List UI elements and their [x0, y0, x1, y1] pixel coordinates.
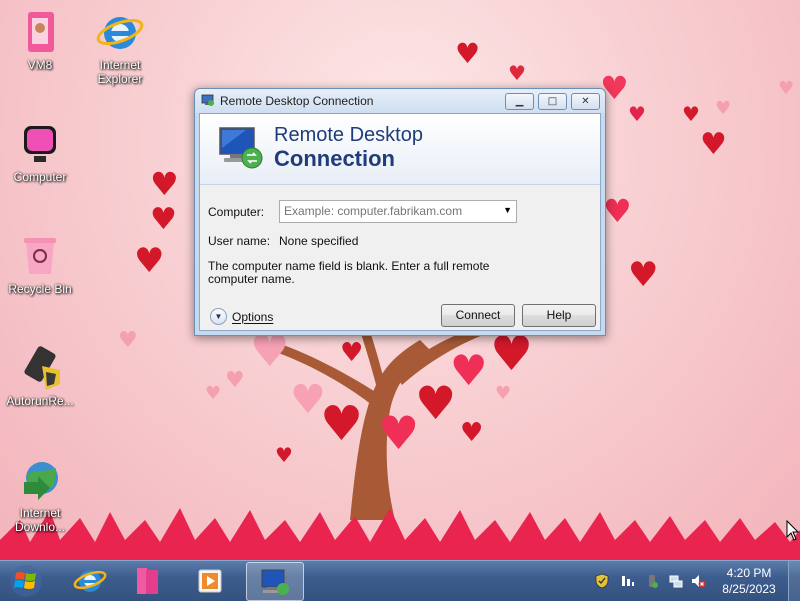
desktop: ♥ ♥ ♥ ♥ ♥ ♥ ♥ ♥ ♥ ♥ ♥ ♥ ♥ ♥ ♥ ♥ ♥ ♥ ♥ ♥ …	[0, 0, 800, 560]
window-title: Remote Desktop Connection	[220, 94, 374, 108]
file-explorer-icon	[137, 568, 158, 594]
window-titlebar[interactable]: Remote Desktop Connection ▁ □ ✕	[195, 89, 605, 113]
wallpaper-heart: ♥	[715, 98, 732, 119]
wallpaper-heart: ♥	[275, 443, 293, 467]
remote-desktop-window: Remote Desktop Connection ▁ □ ✕ Remote D…	[194, 88, 606, 336]
desktop-icon-vm8[interactable]: VM8	[0, 8, 80, 72]
usb-safely-remove-icon[interactable]	[644, 573, 660, 589]
desktop-icon-label: Internet Explorer	[97, 58, 143, 86]
chevron-down-icon[interactable]: ▼	[503, 205, 512, 215]
window-body: Remote Desktop Connection Computer: ▼ Us…	[199, 113, 601, 331]
taskbar-file-explorer[interactable]	[120, 562, 176, 599]
internet-explorer-icon	[96, 8, 144, 56]
wallpaper-heart: ♥	[490, 326, 534, 382]
options-toggle[interactable]: ▼ Options	[210, 308, 273, 325]
help-button[interactable]: Help	[522, 304, 596, 327]
recycle-bin-icon	[16, 232, 64, 280]
wallpaper-heart: ♥	[134, 241, 165, 281]
clock-time: 4:20 PM	[726, 566, 772, 580]
wallpaper-heart: ♥	[150, 165, 179, 203]
remote-desktop-icon	[201, 94, 214, 106]
volume-muted-icon[interactable]	[690, 573, 706, 589]
desktop-icon-label: Recycle Bin	[8, 282, 72, 296]
show-desktop-button[interactable]	[788, 561, 800, 601]
media-player-icon	[198, 569, 222, 593]
taskbar-internet-explorer[interactable]	[62, 562, 118, 599]
desktop-icon-label: AutorunRe...	[6, 394, 74, 408]
computer-icon	[16, 120, 64, 168]
wallpaper-heart: ♥	[628, 102, 646, 126]
start-button[interactable]	[7, 563, 45, 599]
options-label: Options	[232, 309, 274, 324]
wallpaper-heart: ♥	[450, 346, 488, 395]
network-activity-icon[interactable]	[620, 573, 636, 589]
wallpaper-heart: ♥	[455, 37, 481, 70]
wallpaper-heart: ♥	[682, 102, 700, 126]
desktop-icon-recycle-bin[interactable]: Recycle Bin	[0, 232, 80, 296]
remote-desktop-icon	[261, 569, 289, 595]
wallpaper-heart: ♥	[508, 61, 526, 85]
wallpaper-heart: ♥	[460, 418, 484, 448]
wallpaper-heart: ♥	[150, 202, 177, 237]
wallpaper-grass	[0, 508, 800, 560]
wallpaper-heart: ♥	[250, 326, 290, 377]
remote-desktop-icon	[219, 127, 263, 169]
computer-label: Computer:	[208, 205, 265, 219]
desktop-icon-computer[interactable]: Computer	[0, 120, 80, 184]
network-icon[interactable]	[668, 573, 684, 589]
mouse-cursor-icon	[786, 520, 800, 541]
window-banner: Remote Desktop Connection	[200, 114, 600, 185]
clock-date: 8/25/2023	[722, 582, 776, 596]
wallpaper-heart: ♥	[628, 255, 659, 295]
download-manager-icon	[16, 456, 64, 504]
vm8-icon	[16, 8, 64, 56]
wallpaper-heart: ♥	[495, 383, 512, 404]
desktop-icon-label: VM8	[27, 58, 53, 72]
username-value: None specified	[279, 234, 359, 248]
connect-button[interactable]: Connect	[441, 304, 515, 327]
desktop-icon-internet-download[interactable]: Internet Downlo...	[0, 456, 80, 534]
taskbar-remote-desktop[interactable]	[246, 562, 304, 601]
validation-message: The computer name field is blank. Enter …	[208, 259, 490, 286]
close-button[interactable]: ✕	[571, 93, 600, 110]
wallpaper-heart: ♥	[700, 127, 727, 162]
wallpaper-heart: ♥	[118, 328, 138, 353]
computer-combobox[interactable]: ▼	[279, 200, 517, 223]
computer-input[interactable]	[280, 201, 494, 220]
desktop-icon-autorun[interactable]: AutorunRe...	[0, 344, 80, 408]
banner-title-line2: Connection	[274, 146, 395, 171]
wallpaper-heart: ♥	[603, 192, 632, 230]
banner-title-line1: Remote Desktop	[274, 124, 423, 146]
taskbar: 4:20 PM 8/25/2023	[0, 560, 800, 601]
wallpaper-heart: ♥	[378, 406, 420, 460]
shield-icon[interactable]	[594, 573, 610, 589]
usb-drive-icon	[16, 344, 64, 392]
maximize-button[interactable]: □	[538, 93, 567, 110]
desktop-icon-label: Computer	[13, 170, 67, 184]
desktop-icon-internet-explorer[interactable]: Internet Explorer	[80, 8, 160, 86]
taskbar-media-player[interactable]	[182, 562, 238, 599]
clock[interactable]: 4:20 PM 8/25/2023	[716, 565, 782, 597]
chevron-down-icon[interactable]: ▼	[210, 308, 227, 325]
wallpaper-heart: ♥	[320, 396, 364, 452]
wallpaper-heart: ♥	[340, 338, 364, 368]
username-label: User name:	[208, 234, 271, 248]
wallpaper-heart: ♥	[205, 383, 222, 404]
wallpaper-heart: ♥	[225, 368, 245, 393]
wallpaper-heart: ♥	[778, 78, 795, 99]
internet-explorer-icon	[73, 570, 107, 592]
minimize-button[interactable]: ▁	[505, 93, 534, 110]
windows-logo-icon	[10, 565, 42, 597]
desktop-icon-label: Internet Downlo...	[14, 506, 66, 534]
